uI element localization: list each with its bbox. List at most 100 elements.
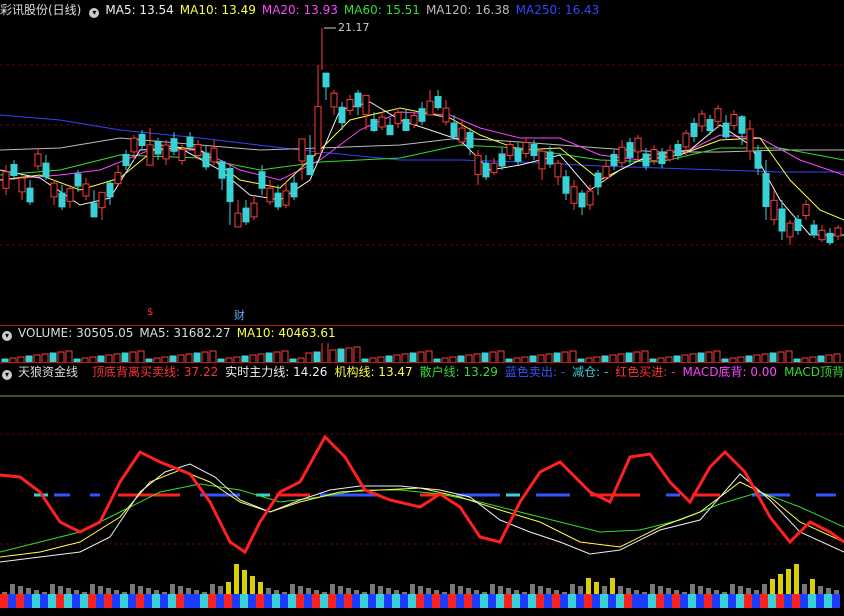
- financial-report-mark[interactable]: 财: [234, 307, 245, 323]
- candle: [50, 180, 58, 205]
- histogram-bar: [530, 584, 535, 594]
- indicator-legend-item-1: 实时主力线: 14.26: [225, 365, 328, 379]
- histogram-bar: [426, 588, 431, 594]
- histogram-bar: [202, 592, 207, 594]
- histogram-bar: [138, 586, 143, 594]
- candle: [298, 138, 306, 180]
- candle: [226, 165, 234, 225]
- signal-cell: [240, 594, 248, 608]
- signal-cell: [792, 594, 800, 608]
- histogram-bar: [250, 576, 255, 594]
- candle: [346, 95, 354, 115]
- candle: [202, 145, 210, 170]
- histogram-bar: [162, 592, 167, 594]
- signal-cell: [136, 594, 144, 608]
- candle: [402, 110, 410, 131]
- volume-bar: [353, 346, 361, 364]
- signal-cell: [576, 594, 584, 608]
- histogram-bar: [298, 586, 303, 594]
- candle: [578, 190, 586, 215]
- candle: [290, 175, 298, 200]
- signal-cell: [536, 594, 544, 608]
- histogram-bar: [346, 588, 351, 594]
- signal-cell: [304, 594, 312, 608]
- volume-bar: [321, 340, 329, 364]
- collapse-icon[interactable]: ▾: [2, 370, 12, 380]
- histogram-bar: [122, 592, 127, 594]
- signal-cell: [752, 594, 760, 608]
- signal-cell: [344, 594, 352, 608]
- candle: [234, 200, 242, 228]
- histogram-bar: [154, 590, 159, 594]
- signal-cell: [352, 594, 360, 608]
- candle: [162, 140, 170, 165]
- volume-legend-item-1: MA5: 31682.27: [139, 326, 231, 340]
- histogram-bar: [706, 588, 711, 594]
- histogram-bar: [42, 592, 47, 594]
- indicator-chart[interactable]: [0, 382, 844, 613]
- main-force-line: [0, 463, 844, 563]
- histogram-bar: [674, 590, 679, 594]
- candle: [250, 195, 258, 220]
- histogram-bar: [418, 586, 423, 594]
- candle: [442, 100, 450, 125]
- collapse-icon[interactable]: ▾: [89, 8, 100, 18]
- candle: [834, 225, 842, 240]
- signal-cell: [16, 594, 24, 608]
- signal-cell: [112, 594, 120, 608]
- histogram-bar: [58, 586, 63, 594]
- candle: [378, 112, 386, 130]
- candle: [658, 148, 666, 168]
- signal-cell: [192, 594, 200, 608]
- histogram-bar: [618, 586, 623, 594]
- signal-cell: [464, 594, 472, 608]
- histogram-bar: [570, 584, 575, 594]
- signal-cell: [528, 594, 536, 608]
- histogram-bar: [186, 588, 191, 594]
- signal-cell: [40, 594, 48, 608]
- volume-chart[interactable]: [0, 340, 844, 364]
- signal-cell: [808, 594, 816, 608]
- histogram-bar: [746, 588, 751, 594]
- histogram-bar: [178, 586, 183, 594]
- candle: [490, 158, 498, 175]
- ma-legend-item-2: MA20: 13.93: [261, 3, 338, 17]
- signal-cell: [256, 594, 264, 608]
- price-chart[interactable]: 21.17 $ 财: [0, 20, 844, 325]
- dividend-mark[interactable]: $: [147, 307, 153, 318]
- indicator-legend-item-0: 顶底背离买卖线: 37.22: [92, 365, 219, 379]
- histogram-bar: [722, 592, 727, 594]
- histogram-bar: [50, 584, 55, 594]
- histogram-bar: [66, 588, 71, 594]
- signal-cell: [200, 594, 208, 608]
- signal-cell: [88, 594, 96, 608]
- candle: [538, 148, 546, 180]
- histogram-bar: [834, 590, 839, 594]
- signal-cell: [448, 594, 456, 608]
- signal-cell: [48, 594, 56, 608]
- signal-cell: [584, 594, 592, 608]
- signal-cell: [168, 594, 176, 608]
- histogram-bar: [314, 590, 319, 594]
- signal-cell: [560, 594, 568, 608]
- histogram-bar: [738, 586, 743, 594]
- candle: [386, 118, 394, 136]
- histogram-bar: [522, 592, 527, 594]
- histogram-bar: [514, 590, 519, 594]
- signal-cell: [480, 594, 488, 608]
- histogram-bar: [754, 590, 759, 594]
- signal-cell: [696, 594, 704, 608]
- collapse-icon[interactable]: ▾: [2, 331, 12, 341]
- histogram-bar: [90, 584, 95, 594]
- signal-cell: [760, 594, 768, 608]
- signal-cell: [184, 594, 192, 608]
- candle: [330, 90, 338, 115]
- candle: [562, 170, 570, 200]
- signal-cell: [648, 594, 656, 608]
- candle: [634, 135, 642, 160]
- signal-cell: [376, 594, 384, 608]
- signal-cell: [392, 594, 400, 608]
- histogram-bar: [650, 584, 655, 594]
- ma120-line: [0, 137, 844, 153]
- candle: [818, 225, 826, 242]
